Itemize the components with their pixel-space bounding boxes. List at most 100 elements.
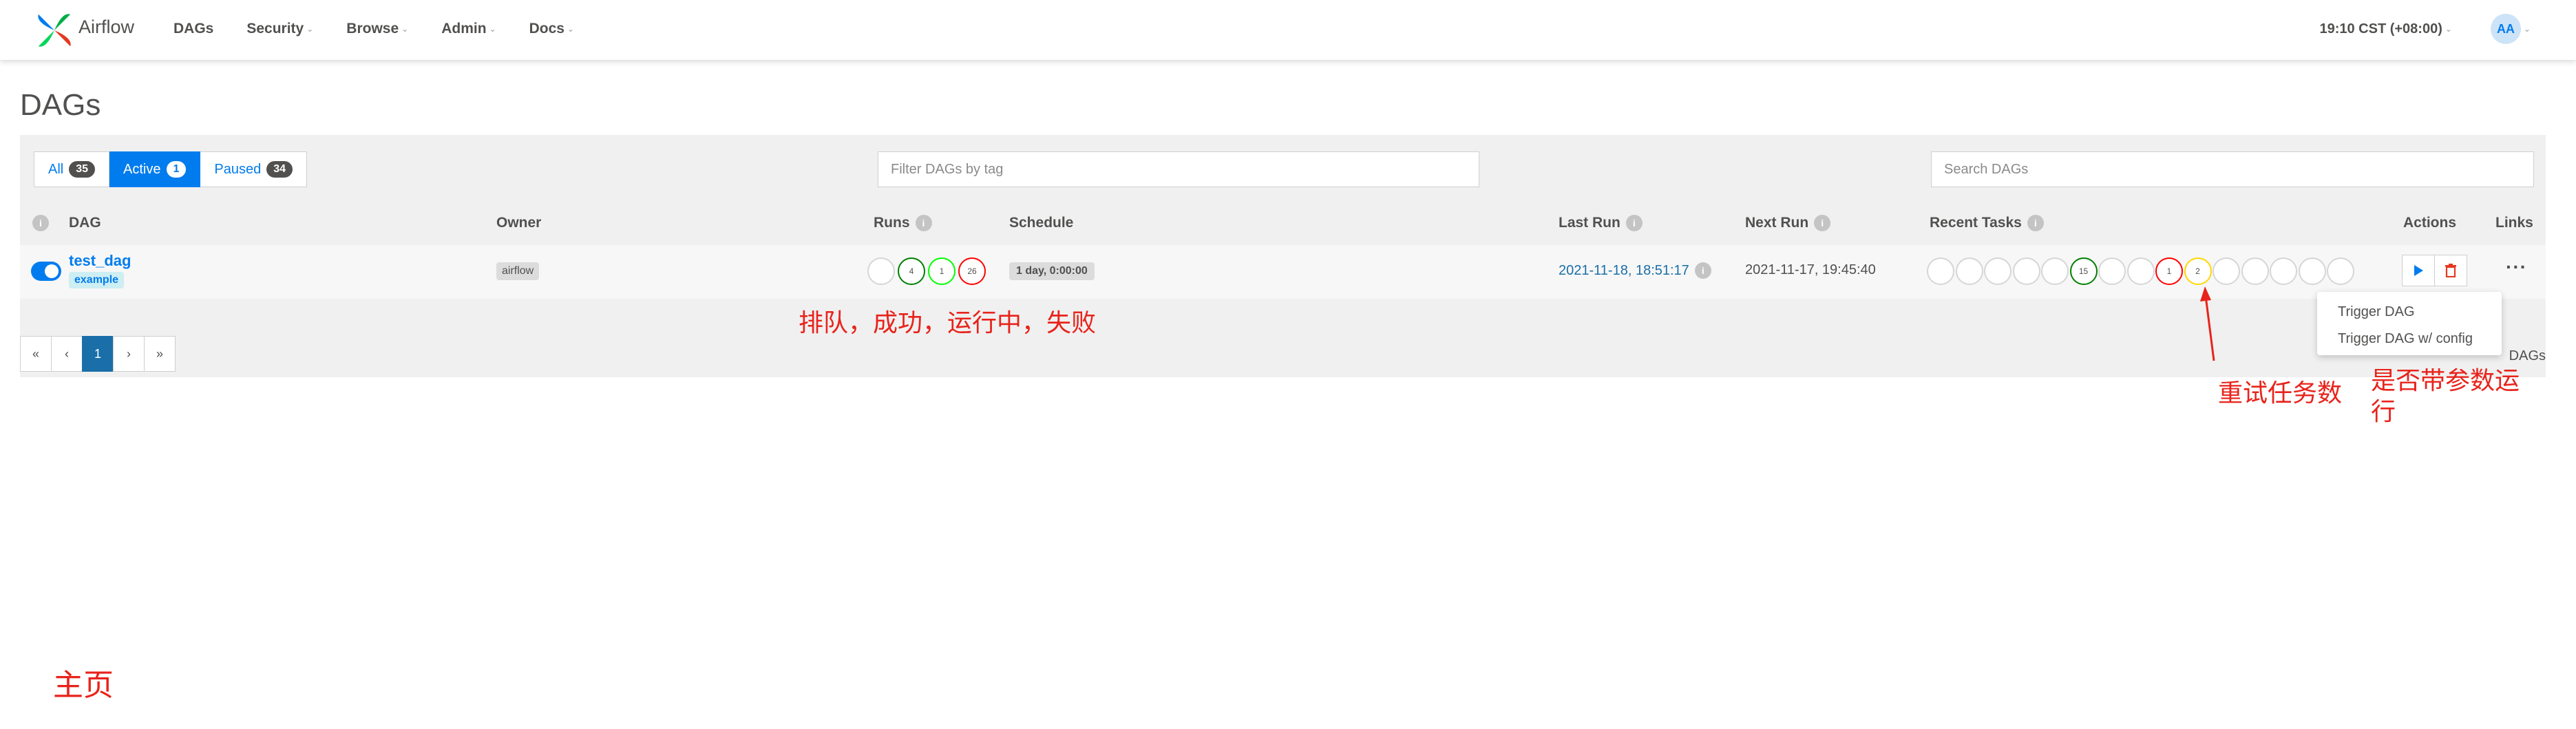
task-state-circle[interactable] <box>2241 257 2269 285</box>
task-state-circle[interactable]: 2 <box>2184 257 2212 285</box>
filter-active-count: 1 <box>166 161 187 178</box>
menu-item-trigger-dag[interactable]: Trigger DAG <box>2317 299 2502 326</box>
brand[interactable]: Airflow <box>34 8 134 52</box>
info-icon[interactable]: i <box>32 215 49 231</box>
task-state-circle[interactable] <box>2098 257 2126 285</box>
tag-filter-input[interactable] <box>878 151 1479 187</box>
run-count: 26 <box>967 266 977 276</box>
task-state-circle[interactable] <box>2298 257 2326 285</box>
filter-paused-count: 34 <box>266 161 293 178</box>
header-next-run: Next Run i <box>1745 215 1831 231</box>
page-prev-button[interactable]: ‹ <box>51 336 83 372</box>
header-dag[interactable]: DAG <box>69 215 101 231</box>
header-schedule[interactable]: Schedule <box>1009 215 1073 231</box>
header-runs-label: Runs <box>874 215 910 231</box>
last-run-time: 18:51:17 <box>1635 262 1689 278</box>
timezone-clock[interactable]: 19:10 CST (+08:00) ⌄ <box>2319 21 2451 37</box>
task-state-circle[interactable] <box>1955 257 1983 285</box>
page-current-button[interactable]: 1 <box>82 336 114 372</box>
search-dags-input[interactable] <box>1931 151 2534 187</box>
header-owner[interactable]: Owner <box>496 215 541 231</box>
info-icon[interactable]: i <box>915 215 932 231</box>
task-state-circle[interactable] <box>2213 257 2240 285</box>
task-state-circle[interactable]: 15 <box>2069 257 2098 285</box>
page-last-button[interactable]: » <box>144 336 176 372</box>
pagination-summary: DAGs <box>2509 348 2546 363</box>
caret-down-icon: ⌄ <box>401 24 409 34</box>
annotation-home: 主页 <box>53 668 114 702</box>
info-icon[interactable]: i <box>2027 215 2044 231</box>
filter-all-label: All <box>48 161 64 177</box>
trash-icon <box>2445 264 2456 277</box>
info-icon[interactable]: i <box>1625 215 1643 231</box>
task-state-circle[interactable] <box>1984 257 2012 285</box>
avatar: AA <box>2490 14 2521 44</box>
task-state-circle[interactable]: 1 <box>2155 257 2183 285</box>
task-state-circle[interactable] <box>2270 257 2297 285</box>
page-title: DAGs <box>20 88 101 122</box>
task-state-circle[interactable] <box>2012 257 2040 285</box>
task-state-circle[interactable] <box>2126 257 2155 285</box>
nav-browse[interactable]: Browse ⌄ <box>346 21 408 37</box>
caret-down-icon: ⌄ <box>2445 24 2452 34</box>
header-recent-tasks-label: Recent Tasks <box>1930 215 2022 231</box>
annotation-retry: 重试任务数 <box>2218 379 2343 407</box>
task-state-circle[interactable] <box>2327 257 2354 285</box>
links-menu[interactable]: ··· <box>2506 256 2527 278</box>
filter-active-button[interactable]: Active 1 <box>109 151 201 187</box>
clock-label: 19:10 CST (+08:00) <box>2319 21 2442 36</box>
dag-pause-toggle[interactable] <box>31 262 61 281</box>
filter-active-label: Active <box>123 161 161 177</box>
user-menu[interactable]: AA ⌄ <box>2490 14 2531 44</box>
nav-security[interactable]: Security ⌄ <box>246 21 313 37</box>
dag-tag[interactable]: example <box>69 272 125 288</box>
schedule-badge[interactable]: 1 day, 0:00:00 <box>1009 262 1095 280</box>
header-actions: Actions <box>2403 215 2457 231</box>
last-run-date: 2021-11-18 <box>1559 262 1628 278</box>
nav-docs[interactable]: Docs ⌄ <box>529 21 574 37</box>
task-count: 2 <box>2195 266 2200 276</box>
run-state-failed[interactable]: 26 <box>958 257 986 285</box>
nav-browse-label: Browse <box>346 21 399 36</box>
nav-admin-label: Admin <box>441 21 487 36</box>
status-filter-group: All 35 Active 1 Paused 34 <box>34 151 308 187</box>
page-next-button[interactable]: › <box>113 336 145 372</box>
annotation-runs: 排队，成功，运行中，失败 <box>799 308 1097 337</box>
info-icon[interactable]: i <box>1694 262 1711 279</box>
last-run-link[interactable]: 2021-11-18, 18:51:17 <box>1559 263 1689 279</box>
filter-paused-label: Paused <box>214 161 262 177</box>
run-state-running[interactable]: 1 <box>928 257 956 285</box>
filter-all-count: 35 <box>69 161 96 178</box>
header-runs: Runs i <box>874 215 932 231</box>
nav-admin[interactable]: Admin ⌄ <box>441 21 496 37</box>
nav-dags[interactable]: DAGs <box>173 21 213 37</box>
trigger-dag-button[interactable] <box>2402 255 2435 286</box>
header-last-run-label: Last Run <box>1559 215 1620 231</box>
menu-item-trigger-dag-config[interactable]: Trigger DAG w/ config <box>2317 326 2502 352</box>
run-state-queued[interactable] <box>867 257 895 285</box>
dag-id-link[interactable]: test_dag <box>69 252 131 270</box>
header-links: Links <box>2495 215 2533 231</box>
next-run: 2021-11-17, 19:45:40 <box>1745 262 1876 277</box>
nav-dags-label: DAGs <box>173 21 214 36</box>
filter-paused-button[interactable]: Paused 34 <box>200 151 308 187</box>
task-count: 1 <box>2166 266 2172 276</box>
last-run: 2021-11-18, 18:51:17 i <box>1559 262 1711 279</box>
run-count: 1 <box>939 266 944 276</box>
airflow-logo-icon <box>38 14 71 47</box>
task-state-circle[interactable] <box>1927 257 1954 285</box>
caret-down-icon: ⌄ <box>567 24 575 34</box>
task-state-circle[interactable] <box>2041 257 2069 285</box>
info-icon[interactable]: i <box>1814 215 1831 231</box>
filter-all-button[interactable]: All 35 <box>34 151 110 187</box>
run-state-success[interactable]: 4 <box>898 257 925 285</box>
task-count: 15 <box>2078 266 2089 276</box>
pagination: « ‹ 1 › » <box>20 336 176 372</box>
nav-docs-label: Docs <box>529 21 564 36</box>
owner-badge[interactable]: airflow <box>496 262 540 280</box>
nav-menu: DAGs Security ⌄ Browse ⌄ Admin ⌄ Docs ⌄ <box>173 0 607 58</box>
page-first-button[interactable]: « <box>20 336 52 372</box>
delete-dag-button[interactable] <box>2434 255 2467 286</box>
caret-down-icon: ⌄ <box>306 24 314 34</box>
navbar: Airflow DAGs Security ⌄ Browse ⌄ Admin ⌄ Do… <box>0 0 2576 61</box>
